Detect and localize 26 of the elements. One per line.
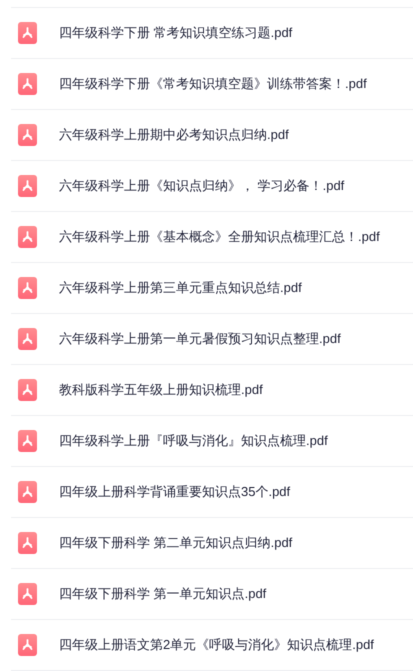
file-name[interactable]: 六年级科学上册《知识点归纳》， 学习必备！.pdf	[59, 176, 344, 196]
file-name[interactable]: 四年级下册科学 第一单元知识点.pdf	[59, 584, 266, 604]
pdf-file-icon	[18, 22, 37, 44]
pdf-file-icon	[18, 532, 37, 554]
pdf-file-icon	[18, 226, 37, 248]
pdf-file-icon	[18, 175, 37, 197]
file-name[interactable]: 四年级科学下册《常考知识填空题》训练带答案！.pdf	[59, 74, 367, 94]
pdf-file-icon	[18, 583, 37, 605]
file-name[interactable]: 四年级科学下册 常考知识填空练习题.pdf	[59, 23, 292, 43]
file-name[interactable]: 六年级科学上册第一单元暑假预习知识点整理.pdf	[59, 329, 341, 349]
pdf-file-icon	[18, 481, 37, 503]
pdf-file-icon	[18, 634, 37, 656]
file-name[interactable]: 四年级科学上册『呼吸与消化』知识点梳理.pdf	[59, 431, 328, 451]
file-name[interactable]: 六年级科学上册第三单元重点知识总结.pdf	[59, 278, 302, 298]
file-name[interactable]: 四年级上册科学背诵重要知识点35个.pdf	[59, 482, 290, 502]
pdf-file-icon	[18, 379, 37, 401]
pdf-file-icon	[18, 73, 37, 95]
pdf-file-icon	[18, 277, 37, 299]
pdf-file-icon	[18, 328, 37, 350]
pdf-file-icon	[18, 430, 37, 452]
file-name[interactable]: 教科版科学五年级上册知识梳理.pdf	[59, 380, 263, 400]
file-name[interactable]: 四年级下册科学 第二单元知识点归纳.pdf	[59, 533, 292, 553]
pdf-file-icon	[18, 124, 37, 146]
file-name[interactable]: 六年级科学上册期中必考知识点归纳.pdf	[59, 125, 289, 145]
file-name[interactable]: 四年级上册语文第2单元《呼吸与消化》知识点梳理.pdf	[59, 635, 374, 655]
file-name[interactable]: 六年级科学上册《基本概念》全册知识点梳理汇总！.pdf	[59, 227, 380, 247]
